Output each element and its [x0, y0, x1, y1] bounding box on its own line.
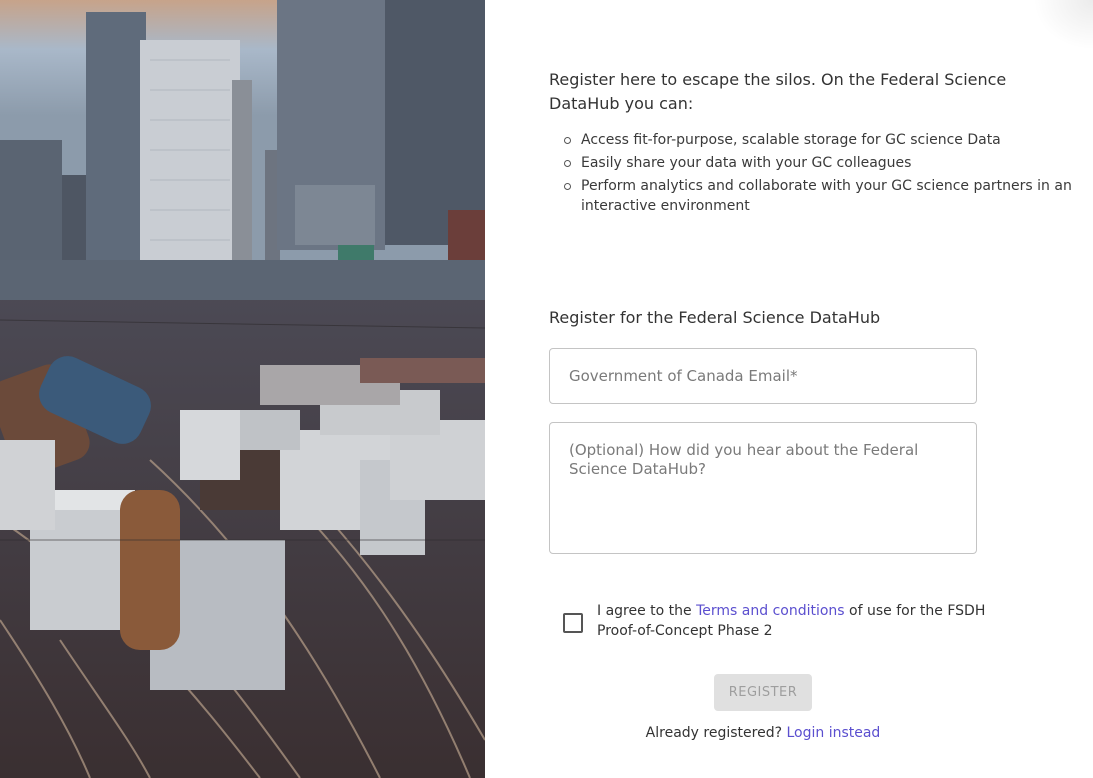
- terms-link[interactable]: Terms and conditions: [696, 603, 845, 619]
- referral-source-field[interactable]: [549, 422, 977, 554]
- list-item: Access fit-for-purpose, scalable storage…: [564, 130, 1091, 150]
- login-prompt-text: Already registered?: [645, 725, 787, 741]
- email-field[interactable]: [549, 348, 977, 404]
- rail-yard-city-illustration: [0, 0, 485, 778]
- terms-checkbox[interactable]: [563, 613, 583, 633]
- login-prompt: Already registered? Login instead: [549, 723, 977, 743]
- hero-photo: [0, 0, 485, 778]
- terms-prefix: I agree to the: [597, 603, 697, 619]
- benefits-list: Access fit-for-purpose, scalable storage…: [549, 130, 1091, 219]
- terms-label: I agree to the Terms and conditions of u…: [597, 601, 987, 641]
- list-item: Perform analytics and collaborate with y…: [564, 176, 1091, 216]
- corner-shadow: [1033, 0, 1093, 50]
- intro-text: Register here to escape the silos. On th…: [549, 70, 1007, 113]
- list-item: Easily share your data with your GC coll…: [564, 153, 1091, 173]
- form-heading: Register for the Federal Science DataHub: [549, 308, 881, 327]
- login-link[interactable]: Login instead: [786, 725, 880, 741]
- register-button[interactable]: REGISTER: [714, 674, 812, 711]
